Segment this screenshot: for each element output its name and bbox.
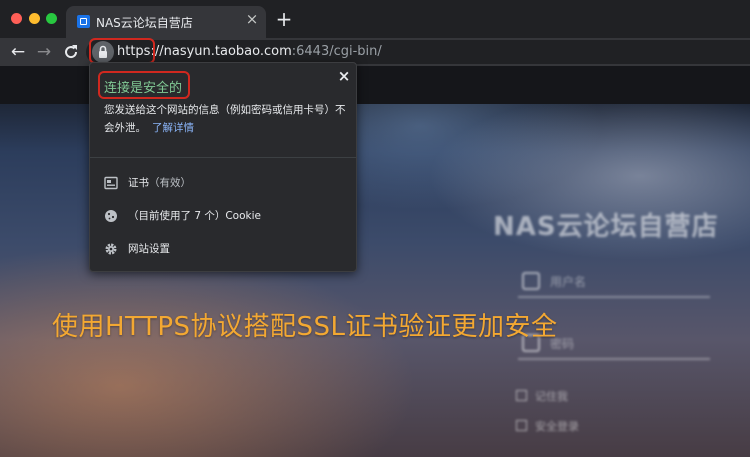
reload-icon [65, 45, 78, 59]
learn-more-link[interactable]: 了解详情 [152, 122, 194, 134]
window-zoom-button[interactable] [46, 13, 57, 24]
remember-me-label: 记住我 [535, 390, 568, 403]
lock-highlight-box [89, 38, 155, 64]
tab-active[interactable]: NAS云论坛自营店 × [66, 6, 266, 38]
checkbox-icon [516, 420, 527, 431]
forward-button[interactable]: → [34, 42, 54, 62]
secure-login-label: 安全登录 [535, 420, 579, 433]
description-text: 您发送给这个网站的信息（例如密码或信用卡号）不会外泄。 [104, 104, 346, 134]
site-settings-item[interactable]: 网站设置 [90, 232, 356, 265]
back-button[interactable]: ← [8, 42, 28, 62]
certificate-icon [104, 176, 118, 190]
username-field[interactable]: 用户名 [518, 266, 710, 298]
tab-title: NAS云论坛自营店 [96, 16, 193, 30]
url-path: :6443/cgi-bin/ [291, 44, 382, 59]
new-tab-button[interactable]: + [275, 9, 293, 29]
gear-icon [105, 243, 117, 255]
certificate-item[interactable]: 证书（有效） [90, 166, 356, 199]
divider [90, 157, 356, 158]
username-placeholder: 用户名 [550, 275, 587, 289]
certificate-text: 证书 [128, 177, 149, 189]
connection-description: 您发送给这个网站的信息（例如密码或信用卡号）不会外泄。 了解详情 [104, 101, 350, 137]
address-bar[interactable]: https://nasyun.taobao.com:6443/cgi-bin/ [86, 40, 750, 64]
site-settings-label: 网站设置 [128, 243, 170, 255]
secure-login-checkbox[interactable]: 安全登录 [516, 418, 579, 434]
store-title: NAS云论坛自营店 [493, 212, 719, 242]
cookie-item[interactable]: （目前使用了 7 个）Cookie [90, 199, 356, 232]
certificate-label: 证书（有效） [128, 175, 191, 190]
url-host: nasyun.taobao.com [163, 44, 292, 59]
tab-bar: NAS云论坛自营店 × + [0, 0, 750, 38]
site-security-popup: × 连接是安全的 您发送给这个网站的信息（例如密码或信用卡号）不会外泄。 了解详情… [89, 62, 357, 272]
certificate-status: （有效） [149, 177, 191, 189]
promo-caption: 使用HTTPS协议搭配SSL证书验证更加安全 [52, 312, 558, 342]
close-icon[interactable]: × [336, 68, 352, 84]
secure-title-highlight-box [98, 71, 190, 99]
url-text[interactable]: https://nasyun.taobao.com:6443/cgi-bin/ [117, 44, 382, 59]
user-icon [522, 272, 540, 290]
remember-me-checkbox[interactable]: 记住我 [516, 388, 568, 404]
cookie-label: （目前使用了 7 个）Cookie [128, 210, 261, 222]
site-favicon-icon [77, 15, 90, 28]
reload-button[interactable] [61, 42, 81, 62]
tab-close-icon[interactable]: × [244, 11, 260, 27]
cookie-icon [105, 210, 117, 222]
checkbox-icon [516, 390, 527, 401]
window-minimize-button[interactable] [29, 13, 40, 24]
window-close-button[interactable] [11, 13, 22, 24]
